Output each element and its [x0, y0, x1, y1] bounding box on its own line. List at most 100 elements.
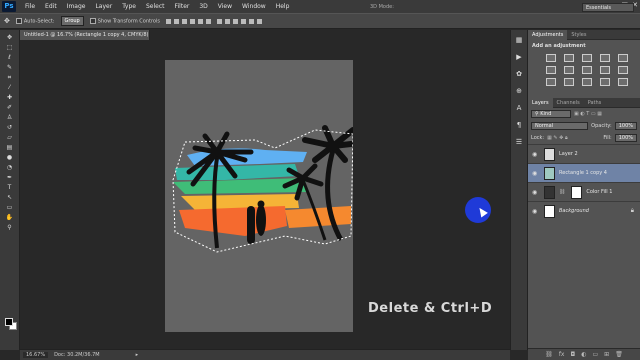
photo-filter-icon[interactable]	[600, 66, 610, 74]
shape-tool-icon[interactable]: ▭	[4, 204, 15, 211]
blend-mode-dropdown[interactable]: Normal	[531, 122, 589, 130]
actions-panel-icon[interactable]: ▶	[514, 53, 524, 62]
brush-panel-icon[interactable]: ✿	[514, 70, 524, 79]
trash-icon[interactable]: 🗑︎	[615, 351, 623, 358]
channel-mixer-icon[interactable]	[618, 66, 628, 74]
show-transform-label: Show Transform Controls	[97, 18, 160, 25]
zoom-level[interactable]: 16.67%	[23, 352, 49, 358]
gradient-map-icon[interactable]	[600, 78, 610, 86]
link-layers-icon[interactable]: ⛓	[545, 351, 553, 358]
layer-row-background[interactable]: ◉ Background 🔒︎	[528, 201, 640, 220]
brush-tool-icon[interactable]: ✐	[4, 104, 15, 111]
history-panel-icon[interactable]: ▦	[514, 36, 524, 45]
path-select-tool-icon[interactable]: ↖	[4, 194, 15, 201]
history-brush-tool-icon[interactable]: ↺	[4, 124, 15, 131]
tab-layers[interactable]: Layers	[528, 97, 553, 108]
eye-icon[interactable]: ◉	[532, 151, 540, 158]
tab-adjustments[interactable]: Adjustments	[528, 29, 568, 40]
properties-panel-icon[interactable]: ☰	[514, 138, 524, 147]
show-transform-checkbox[interactable]: Show Transform Controls	[89, 17, 160, 25]
status-menu-arrow-icon[interactable]: ▸	[136, 352, 139, 358]
align-icons[interactable]	[165, 18, 211, 24]
add-mask-icon[interactable]: ◘	[570, 351, 575, 358]
zoom-tool-icon[interactable]: ⚲	[4, 224, 15, 231]
menu-3d[interactable]: 3D	[194, 3, 212, 10]
menu-layer[interactable]: Layer	[90, 3, 117, 10]
eyedropper-tool-icon[interactable]: ⁄	[4, 84, 15, 91]
new-layer-icon[interactable]: ⊞	[604, 351, 609, 358]
eye-icon[interactable]: ◉	[532, 208, 540, 215]
collapsed-panel-strip: ▦ ▶ ✿ ⊕ A ¶ ☰	[510, 30, 528, 350]
hue-saturation-icon[interactable]	[546, 66, 556, 74]
menu-file[interactable]: File	[20, 3, 40, 10]
selective-color-icon[interactable]	[618, 78, 628, 86]
fill-field[interactable]: 100%	[614, 134, 637, 142]
new-group-icon[interactable]: ▭	[592, 351, 598, 358]
lock-icon: 🔒︎	[630, 207, 634, 214]
marquee-tool-icon[interactable]: ⬚	[4, 44, 15, 51]
threshold-icon[interactable]	[582, 78, 592, 86]
layer-filter-dropdown[interactable]: ⚲ Kind	[531, 110, 571, 118]
tab-channels[interactable]: Channels	[553, 98, 584, 108]
fx-icon[interactable]: fx	[559, 351, 565, 358]
character-panel-icon[interactable]: A	[514, 104, 524, 113]
levels-icon[interactable]	[564, 54, 574, 62]
healing-tool-icon[interactable]: ✚	[4, 94, 15, 101]
black-white-icon[interactable]	[582, 66, 592, 74]
foreground-color-swatch[interactable]	[5, 318, 13, 326]
paragraph-panel-icon[interactable]: ¶	[514, 121, 524, 130]
brightness-icon[interactable]	[546, 54, 556, 62]
layer-filter-value: Kind	[540, 111, 552, 117]
layer-row-layer-2[interactable]: ◉ Layer 2	[528, 144, 640, 163]
layer-row-rectangle-1-copy-4[interactable]: ◉ Rectangle 1 copy 4	[528, 163, 640, 182]
eye-icon[interactable]: ◉	[532, 189, 540, 196]
move-tool-icon[interactable]: ✥	[4, 34, 15, 41]
layer-row-color-fill-1[interactable]: ◉ ⛓ Color Fill 1	[528, 182, 640, 201]
type-tool-icon[interactable]: T	[4, 184, 15, 191]
blur-tool-icon[interactable]: ●	[4, 154, 15, 161]
document-tab[interactable]: Untitled-1 @ 16.7% (Rectangle 1 copy 4, …	[20, 30, 150, 48]
menu-filter[interactable]: Filter	[170, 3, 195, 10]
eye-icon[interactable]: ◉	[532, 170, 540, 177]
auto-select-dropdown[interactable]: Group	[60, 16, 84, 26]
move-tool-icon[interactable]: ✥	[4, 17, 10, 25]
menu-view[interactable]: View	[213, 3, 237, 10]
new-adjustment-icon[interactable]: ◐	[581, 351, 586, 358]
distribute-icons[interactable]	[216, 18, 262, 24]
menu-window[interactable]: Window	[237, 3, 271, 10]
lock-row: Lock: ▦ ✎ ✥ 🔒︎ Fill: 100%	[528, 132, 640, 144]
menu-type[interactable]: Type	[117, 3, 141, 10]
hand-tool-icon[interactable]: ✋	[4, 214, 15, 221]
lasso-tool-icon[interactable]: ℓ	[4, 54, 15, 61]
eraser-tool-icon[interactable]: ▱	[4, 134, 15, 141]
filter-icons[interactable]: ▣ ◐ T ▭ ▦	[574, 111, 602, 117]
opacity-field[interactable]: 100%	[614, 122, 637, 130]
pen-tool-icon[interactable]: ✒	[4, 174, 15, 181]
beach-artwork	[172, 125, 353, 253]
auto-select-checkbox[interactable]: Auto-Select:	[15, 17, 55, 24]
dodge-tool-icon[interactable]: ◔	[4, 164, 15, 171]
clone-source-icon[interactable]: ⊕	[514, 87, 524, 96]
crop-tool-icon[interactable]: ⌗	[4, 74, 15, 81]
workspace-dropdown[interactable]: Essentials	[582, 3, 634, 12]
posterize-icon[interactable]	[564, 78, 574, 86]
tab-styles[interactable]: Styles	[567, 30, 590, 40]
orange-left-brush-stroke	[179, 206, 287, 236]
tab-paths[interactable]: Paths	[584, 98, 606, 108]
layer-thumbnail	[544, 166, 555, 180]
menu-help[interactable]: Help	[271, 3, 295, 10]
gradient-tool-icon[interactable]: ▤	[4, 144, 15, 151]
document-canvas[interactable]	[165, 60, 353, 332]
invert-icon[interactable]	[546, 78, 556, 86]
stamp-tool-icon[interactable]: ♙	[4, 114, 15, 121]
menu-edit[interactable]: Edit	[40, 3, 62, 10]
exposure-icon[interactable]	[600, 54, 610, 62]
color-balance-icon[interactable]	[564, 66, 574, 74]
layers-footer: ⛓ fx ◘ ◐ ▭ ⊞ 🗑︎	[528, 348, 640, 360]
curves-icon[interactable]	[582, 54, 592, 62]
lock-icons[interactable]: ▦ ✎ ✥ 🔒︎	[547, 135, 568, 141]
menu-image[interactable]: Image	[62, 3, 91, 10]
vibrance-icon[interactable]	[618, 54, 628, 62]
menu-select[interactable]: Select	[141, 3, 170, 10]
quick-select-tool-icon[interactable]: ✎	[4, 64, 15, 71]
